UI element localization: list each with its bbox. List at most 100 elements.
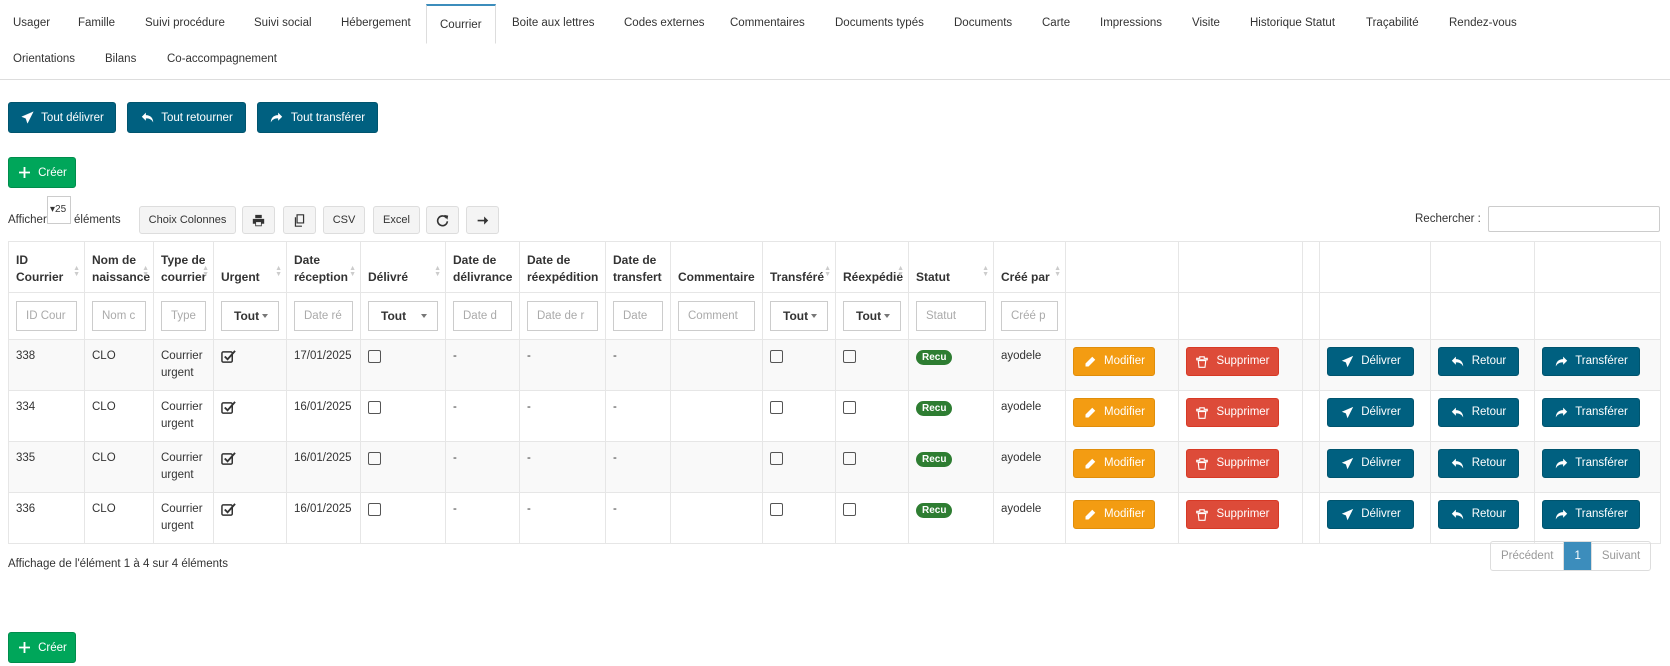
transferred-checkbox[interactable]	[770, 452, 783, 465]
create-button-bottom[interactable]: Créer	[8, 632, 76, 663]
transfer-button[interactable]: Transférer	[1542, 347, 1640, 376]
tab-suivi-procedure[interactable]: Suivi procédure	[132, 4, 238, 42]
create-button-top[interactable]: Créer	[8, 157, 76, 188]
tab-usager[interactable]: Usager	[0, 4, 63, 42]
tab-orientations[interactable]: Orientations	[0, 40, 88, 78]
return-button[interactable]: Retour	[1438, 398, 1519, 427]
col-mail-type[interactable]: Type de courrier ▲ ▼	[153, 241, 214, 293]
reshipped-checkbox[interactable]	[843, 503, 856, 516]
urgent-checkbox-checked[interactable]	[221, 400, 236, 415]
tab-carte[interactable]: Carte	[1029, 4, 1083, 42]
excel-button[interactable]: Excel	[373, 206, 420, 234]
transfer-button[interactable]: Transférer	[1542, 398, 1640, 427]
col-created-by[interactable]: Créé par ▲ ▼	[993, 241, 1066, 293]
urgent-checkbox-checked[interactable]	[221, 502, 236, 517]
tab-hebergement[interactable]: Hébergement	[328, 4, 424, 42]
delivered-checkbox[interactable]	[368, 503, 381, 516]
tab-bilans[interactable]: Bilans	[92, 40, 149, 78]
pagination-page-1[interactable]: 1	[1564, 542, 1592, 570]
tab-courrier[interactable]: Courrier	[426, 4, 496, 44]
filter-id[interactable]: ID Cour	[16, 301, 77, 331]
transfer-button[interactable]: Transférer	[1542, 500, 1640, 529]
filter-delivery-date[interactable]: Date d	[453, 301, 512, 331]
filter-received[interactable]: Date ré	[294, 301, 353, 331]
col-birth-name[interactable]: Nom de naissance ▲ ▼	[84, 241, 154, 293]
transferred-checkbox[interactable]	[770, 503, 783, 516]
tab-documents-types[interactable]: Documents typés	[822, 4, 937, 42]
filter-created-by[interactable]: Créé p	[1001, 301, 1058, 331]
csv-button[interactable]: CSV	[323, 206, 365, 234]
deliver-button[interactable]: Délivrer	[1327, 398, 1414, 427]
transfer-button[interactable]: Transférer	[1542, 449, 1640, 478]
tab-rendez-vous[interactable]: Rendez-vous	[1436, 4, 1530, 42]
edit-button[interactable]: Modifier	[1073, 347, 1155, 376]
tab-documents[interactable]: Documents	[941, 4, 1025, 42]
return-button[interactable]: Retour	[1438, 500, 1519, 529]
filter-delivered[interactable]: Tout	[368, 301, 438, 331]
col-id[interactable]: ID Courrier ▲ ▼	[8, 241, 85, 293]
col-transferred[interactable]: Transféré ▲ ▼	[762, 241, 836, 293]
deliver-button[interactable]: Délivrer	[1327, 500, 1414, 529]
print-button[interactable]	[242, 206, 275, 234]
col-reshipped[interactable]: Réexpédié ▲ ▼	[835, 241, 909, 293]
delete-button[interactable]: Supprimer	[1186, 500, 1279, 529]
reshipped-checkbox[interactable]	[843, 452, 856, 465]
tab-tracabilite[interactable]: Traçabilité	[1353, 4, 1432, 42]
tab-famille[interactable]: Famille	[65, 4, 128, 42]
page-length-select[interactable]: ▾25	[47, 196, 71, 224]
pagination-next[interactable]: Suivant	[1592, 542, 1650, 570]
delete-button[interactable]: Supprimer	[1186, 347, 1279, 376]
urgent-checkbox-checked[interactable]	[221, 451, 236, 466]
urgent-checkbox-checked[interactable]	[221, 349, 236, 364]
tab-visite[interactable]: Visite	[1179, 4, 1233, 42]
pagination-previous[interactable]: Précédent	[1491, 542, 1565, 570]
filter-status[interactable]: Statut	[916, 301, 986, 331]
return-button[interactable]: Retour	[1438, 449, 1519, 478]
filter-reshipped[interactable]: Tout	[843, 301, 901, 331]
col-status[interactable]: Statut ▲ ▼	[908, 241, 994, 293]
deliver-all-button[interactable]: Tout délivrer	[8, 102, 116, 133]
refresh-button[interactable]	[426, 206, 459, 234]
filter-transfer-date[interactable]: Date	[613, 301, 663, 331]
edit-button[interactable]: Modifier	[1073, 500, 1155, 529]
delivered-checkbox[interactable]	[368, 401, 381, 414]
col-urgent[interactable]: Urgent ▲ ▼	[213, 241, 287, 293]
transferred-checkbox[interactable]	[770, 350, 783, 363]
delivered-checkbox[interactable]	[368, 452, 381, 465]
tab-boite-aux-lettres[interactable]: Boite aux lettres	[499, 4, 607, 42]
filter-urgent[interactable]: Tout	[221, 301, 279, 331]
deliver-button[interactable]: Délivrer	[1327, 449, 1414, 478]
filter-comment[interactable]: Comment	[678, 301, 755, 331]
mail-table: ID Courrier ▲ ▼ Nom de naissance ▲ ▼ Type de…	[8, 241, 1661, 544]
col-received[interactable]: Date réception ▲ ▼	[286, 241, 361, 293]
transferred-checkbox[interactable]	[770, 401, 783, 414]
col-delivered[interactable]: Délivré ▲ ▼	[360, 241, 446, 293]
tab-codes-externes[interactable]: Codes externes	[611, 4, 718, 42]
filter-reship-date[interactable]: Date de r	[527, 301, 598, 331]
reshipped-checkbox[interactable]	[843, 401, 856, 414]
tab-commentaires[interactable]: Commentaires	[717, 4, 818, 42]
reshipped-checkbox[interactable]	[843, 350, 856, 363]
tab-co-accompagnement[interactable]: Co-accompagnement	[154, 40, 290, 78]
edit-button[interactable]: Modifier	[1073, 398, 1155, 427]
return-all-button[interactable]: Tout retourner	[127, 102, 246, 133]
search-input[interactable]	[1488, 206, 1660, 232]
edit-button[interactable]: Modifier	[1073, 449, 1155, 478]
next-button[interactable]	[466, 206, 499, 234]
tab-impressions[interactable]: Impressions	[1087, 4, 1175, 42]
delivered-checkbox[interactable]	[368, 350, 381, 363]
filter-transferred[interactable]: Tout	[770, 301, 828, 331]
delete-button[interactable]: Supprimer	[1186, 449, 1279, 478]
delete-button[interactable]: Supprimer	[1186, 398, 1279, 427]
cell-reshipped	[835, 390, 909, 442]
copy-button[interactable]	[283, 206, 316, 234]
transfer-all-button[interactable]: Tout transférer	[257, 102, 378, 133]
tab-historique-statut[interactable]: Historique Statut	[1237, 4, 1348, 42]
filter-birth-name[interactable]: Nom c	[92, 301, 146, 331]
col-action-return	[1430, 241, 1535, 293]
deliver-button[interactable]: Délivrer	[1327, 347, 1414, 376]
column-choice-button[interactable]: Choix Colonnes	[139, 206, 236, 234]
return-button[interactable]: Retour	[1438, 347, 1519, 376]
tab-suivi-social[interactable]: Suivi social	[241, 4, 325, 42]
filter-mail-type[interactable]: Type	[161, 301, 206, 331]
